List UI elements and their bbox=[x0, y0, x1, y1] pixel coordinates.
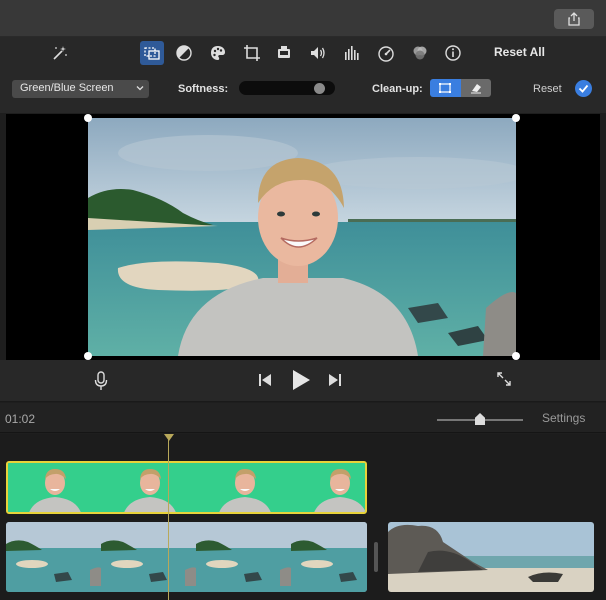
clip-gap-marker bbox=[374, 542, 378, 572]
crop-button[interactable] bbox=[240, 41, 264, 65]
reset-button[interactable]: Reset bbox=[533, 83, 562, 95]
color-balance-icon bbox=[176, 45, 192, 61]
green-screen-thumbnail-frame bbox=[293, 463, 365, 512]
cleanup-tools bbox=[430, 79, 491, 97]
green-screen-clip-thumbnails bbox=[8, 463, 365, 512]
fullscreen-icon[interactable] bbox=[496, 371, 512, 387]
softness-slider-knob[interactable] bbox=[313, 83, 325, 94]
stabilization-button[interactable] bbox=[272, 41, 296, 65]
cleanup-label: Clean-up: bbox=[372, 83, 423, 95]
timeline-settings-button[interactable]: Settings bbox=[542, 411, 585, 425]
beach-thumbnail-frame bbox=[6, 522, 101, 592]
crop-handle-bottom-left[interactable] bbox=[84, 352, 92, 360]
chevron-down-icon bbox=[136, 86, 144, 91]
filter-circles-icon bbox=[413, 46, 427, 60]
playhead[interactable] bbox=[168, 434, 169, 600]
skip-forward-icon[interactable] bbox=[328, 373, 342, 387]
beach-thumbnail-frame bbox=[101, 522, 196, 592]
zoom-slider-knob[interactable] bbox=[475, 413, 485, 425]
green-screen-thumbnail-frame bbox=[103, 463, 198, 512]
title-bar bbox=[0, 0, 606, 37]
equalizer-button[interactable] bbox=[340, 41, 364, 65]
info-icon bbox=[445, 45, 461, 61]
equalizer-icon bbox=[345, 46, 359, 60]
eraser-icon bbox=[470, 84, 481, 94]
info-button[interactable] bbox=[441, 41, 465, 65]
cleanup-eraser-tool[interactable] bbox=[460, 79, 491, 97]
skip-back-icon[interactable] bbox=[258, 373, 272, 387]
checkmark-icon bbox=[578, 84, 589, 93]
microphone-icon[interactable] bbox=[94, 371, 108, 391]
volume-button[interactable] bbox=[306, 41, 330, 65]
video-viewer bbox=[6, 114, 600, 360]
video-overlay-button[interactable] bbox=[140, 41, 164, 65]
crop-handle-bottom-right[interactable] bbox=[512, 352, 520, 360]
reset-all-button[interactable]: Reset All bbox=[494, 45, 545, 59]
timeline-zoom-slider[interactable] bbox=[437, 413, 523, 425]
magic-wand-icon bbox=[53, 46, 67, 60]
beach-background-clip[interactable] bbox=[6, 522, 367, 592]
color-correction-button[interactable] bbox=[206, 41, 230, 65]
video-camera-icon bbox=[278, 46, 290, 58]
speed-button[interactable] bbox=[374, 41, 398, 65]
green-screen-clip[interactable] bbox=[6, 461, 367, 514]
crop-icon bbox=[244, 45, 260, 61]
clip-filter-button[interactable] bbox=[408, 41, 432, 65]
speedometer-icon bbox=[378, 46, 394, 62]
timecode-display: 01:02 bbox=[5, 412, 36, 426]
coast-clip[interactable] bbox=[388, 522, 594, 592]
video-frame-image bbox=[88, 118, 516, 356]
color-balance-button[interactable] bbox=[172, 41, 196, 65]
apply-checkmark-button[interactable] bbox=[575, 80, 592, 97]
beach-clip-thumbnails bbox=[6, 522, 367, 592]
cleanup-crop-tool[interactable] bbox=[430, 79, 461, 97]
magic-wand-button[interactable] bbox=[48, 41, 72, 65]
beach-thumbnail-frame bbox=[291, 522, 367, 592]
crop-handle-top-right[interactable] bbox=[512, 114, 520, 122]
overlay-mode-select[interactable]: Green/Blue Screen bbox=[12, 80, 149, 98]
green-screen-thumbnail-frame bbox=[198, 463, 293, 512]
timeline-header: 01:02 Settings bbox=[0, 403, 606, 433]
palette-icon bbox=[211, 46, 225, 60]
timeline bbox=[0, 434, 606, 600]
coast-clip-thumbnail bbox=[388, 522, 594, 592]
video-preview-frame bbox=[88, 118, 516, 356]
adjustments-toolbar: Reset All bbox=[0, 37, 606, 68]
crop-frame-icon bbox=[439, 83, 452, 93]
play-icon[interactable] bbox=[291, 369, 311, 391]
softness-label: Softness: bbox=[178, 83, 229, 95]
playback-controls bbox=[0, 360, 606, 402]
overlay-mode-value: Green/Blue Screen bbox=[20, 82, 114, 94]
overlay-options-bar: Green/Blue Screen Softness: Clean-up: Re… bbox=[0, 68, 606, 113]
video-overlay-icon bbox=[144, 47, 160, 60]
beach-thumbnail-frame bbox=[196, 522, 291, 592]
playhead-handle[interactable] bbox=[164, 434, 174, 441]
green-screen-thumbnail-frame bbox=[8, 463, 103, 512]
speaker-icon bbox=[311, 47, 325, 59]
share-icon bbox=[568, 12, 580, 26]
share-button[interactable] bbox=[554, 9, 594, 29]
softness-slider[interactable] bbox=[239, 81, 335, 95]
crop-handle-top-left[interactable] bbox=[84, 114, 92, 122]
